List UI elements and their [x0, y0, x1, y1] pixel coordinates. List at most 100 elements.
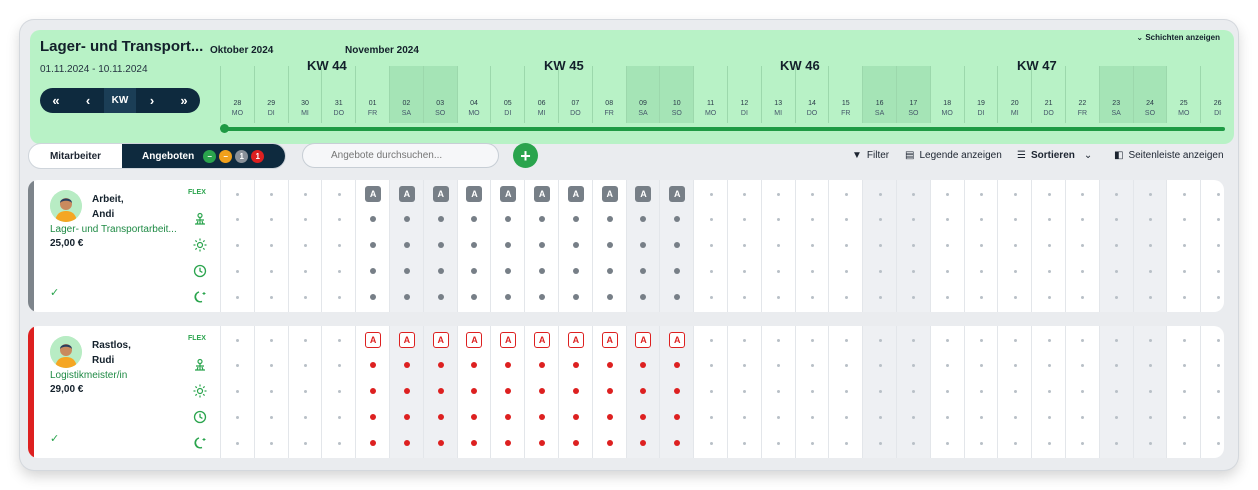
shift-dot-empty[interactable] [878, 269, 882, 273]
shift-dot-empty[interactable] [743, 441, 747, 445]
day-cell-column[interactable] [1132, 180, 1167, 312]
shift-dot-empty[interactable] [1216, 415, 1220, 419]
shift-dot-empty[interactable] [810, 243, 814, 247]
shift-dot-empty[interactable] [912, 389, 916, 393]
absence-marker[interactable]: A [432, 332, 449, 348]
day-cell-column[interactable] [794, 180, 829, 312]
shift-dot-empty[interactable] [709, 389, 713, 393]
shift-dot-empty[interactable] [1047, 269, 1051, 273]
day-cell-column[interactable] [1098, 180, 1133, 312]
shift-dot-filled[interactable] [572, 268, 579, 274]
shift-dot-empty[interactable] [709, 338, 713, 342]
absence-marker[interactable]: A [466, 186, 483, 202]
day-cell-column[interactable] [287, 326, 322, 458]
legend-button[interactable]: ▤ Legende anzeigen [905, 150, 1002, 161]
absence-marker[interactable]: A [669, 186, 686, 202]
shift-dot-empty[interactable] [810, 441, 814, 445]
shift-dot-filled[interactable] [606, 294, 613, 300]
shift-dot-empty[interactable] [1216, 295, 1220, 299]
shift-dot-empty[interactable] [946, 243, 950, 247]
shift-dot-empty[interactable] [1182, 389, 1186, 393]
shift-dot-empty[interactable] [270, 192, 274, 196]
shift-dot-empty[interactable] [270, 295, 274, 299]
absence-marker[interactable]: A [635, 186, 652, 202]
shift-dot-empty[interactable] [1081, 192, 1085, 196]
shift-dot-filled[interactable] [572, 440, 579, 446]
employee-card[interactable]: A A A A A A A A A A Arbeit, Andi Lager- und Transpor… [28, 180, 1224, 312]
shift-dot-empty[interactable] [810, 415, 814, 419]
shift-dot-empty[interactable] [1148, 363, 1152, 367]
status-badge[interactable]: 1 [251, 149, 265, 163]
absence-marker[interactable]: A [567, 186, 584, 202]
shift-dot-filled[interactable] [674, 362, 681, 368]
shift-dot-empty[interactable] [979, 243, 983, 247]
shift-dot-filled[interactable] [539, 216, 546, 222]
day-cell-column[interactable] [287, 180, 322, 312]
shift-dot-empty[interactable] [979, 295, 983, 299]
shift-dot-empty[interactable] [979, 192, 983, 196]
shift-dot-empty[interactable] [270, 217, 274, 221]
shift-dot-empty[interactable] [878, 415, 882, 419]
shift-dot-empty[interactable] [1047, 338, 1051, 342]
day-cell-column[interactable]: A [659, 326, 694, 458]
day-cell-column[interactable]: A [456, 326, 491, 458]
day-cell-column[interactable] [1065, 326, 1099, 458]
shift-dot-empty[interactable] [236, 415, 240, 419]
shift-dot-empty[interactable] [709, 269, 713, 273]
shift-dot-empty[interactable] [1182, 415, 1186, 419]
shift-dot-empty[interactable] [946, 441, 950, 445]
shift-dot-empty[interactable] [1148, 192, 1152, 196]
day-cell-column[interactable]: A [625, 326, 660, 458]
filter-button[interactable]: ▼ Filter [852, 150, 889, 161]
shift-dot-empty[interactable] [777, 441, 781, 445]
shift-dot-empty[interactable] [1216, 338, 1220, 342]
day-cell-column[interactable] [828, 180, 862, 312]
shift-dot-filled[interactable] [505, 388, 512, 394]
shift-dot-filled[interactable] [640, 294, 647, 300]
day-header[interactable]: 10 SO [659, 66, 694, 123]
shift-dot-empty[interactable] [1013, 295, 1017, 299]
shift-dot-empty[interactable] [912, 243, 916, 247]
shift-dot-empty[interactable] [946, 338, 950, 342]
day-header[interactable]: 12 DI [727, 66, 761, 123]
shift-dot-filled[interactable] [370, 216, 377, 222]
shift-dot-empty[interactable] [303, 217, 307, 221]
shift-dot-empty[interactable] [1115, 389, 1119, 393]
day-cell-column[interactable]: A [490, 180, 524, 312]
absence-marker[interactable]: A [601, 332, 618, 348]
shift-dot-empty[interactable] [303, 295, 307, 299]
shift-dot-empty[interactable] [912, 441, 916, 445]
shift-dot-empty[interactable] [844, 338, 848, 342]
day-cell-column[interactable] [693, 180, 727, 312]
day-header[interactable]: 29 DI [253, 66, 288, 123]
shift-dot-filled[interactable] [370, 268, 377, 274]
shift-dot-empty[interactable] [1013, 389, 1017, 393]
shift-dot-filled[interactable] [403, 294, 410, 300]
shift-dot-empty[interactable] [236, 363, 240, 367]
absence-marker[interactable]: A [669, 332, 686, 348]
status-badge[interactable]: – [203, 149, 217, 163]
day-header[interactable]: 22 FR [1065, 66, 1099, 123]
shift-dot-filled[interactable] [539, 414, 546, 420]
shift-dot-empty[interactable] [1148, 295, 1152, 299]
shift-dot-empty[interactable] [912, 295, 916, 299]
shift-dot-empty[interactable] [337, 192, 341, 196]
shift-dot-filled[interactable] [471, 388, 478, 394]
shift-dot-empty[interactable] [844, 389, 848, 393]
day-cell-column[interactable] [997, 180, 1031, 312]
shift-dot-filled[interactable] [640, 216, 647, 222]
shift-dot-empty[interactable] [337, 295, 341, 299]
prev-week-button[interactable]: ‹ [72, 88, 104, 113]
day-cell-column[interactable]: A [422, 326, 457, 458]
shift-dot-empty[interactable] [236, 192, 240, 196]
day-cell-column[interactable] [1132, 326, 1167, 458]
day-cell-column[interactable] [963, 326, 998, 458]
shift-dot-empty[interactable] [1216, 217, 1220, 221]
shift-dot-empty[interactable] [303, 363, 307, 367]
day-cell-column[interactable] [794, 326, 829, 458]
shift-dot-filled[interactable] [505, 414, 512, 420]
day-cell-column[interactable]: A [558, 326, 592, 458]
shift-dot-empty[interactable] [1182, 243, 1186, 247]
shift-dot-empty[interactable] [1148, 338, 1152, 342]
absence-marker[interactable]: A [398, 332, 415, 348]
